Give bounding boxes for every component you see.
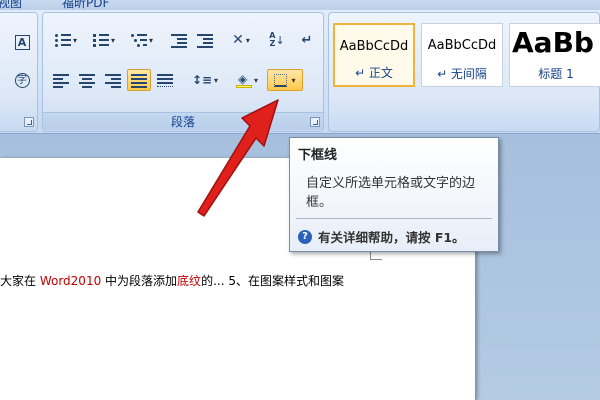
line-spacing-icon: ↕≡ (191, 73, 213, 87)
center-button[interactable] (75, 69, 99, 91)
help-icon: ? (298, 229, 312, 244)
bottom-border-icon (274, 73, 288, 87)
font-dialog-launcher[interactable] (24, 117, 34, 127)
enclose-characters-button[interactable]: 字 (11, 69, 33, 91)
chinese-layout-icon: ✕ (232, 32, 244, 48)
character-border-icon: A (14, 34, 30, 50)
tooltip: 下框线 自定义所选单元格或文字的边框。 ? 有关详细帮助，请按 F1。 (289, 137, 499, 252)
tooltip-help: ? 有关详细帮助，请按 F1。 (298, 227, 465, 246)
numbered-list-icon (92, 33, 109, 47)
show-marks-button[interactable]: ↵ (295, 29, 319, 51)
style-name: 标题 1 (538, 67, 574, 81)
arrow-shape (197, 99, 279, 217)
doc-text: 中为段落添加 (101, 274, 178, 288)
bullets-button[interactable]: ▾ (49, 29, 83, 51)
tooltip-body: 自定义所选单元格或文字的边框。 (306, 176, 476, 210)
numbering-button[interactable]: ▾ (87, 29, 121, 51)
style-normal[interactable]: AaBbCcDd ↵ 正文 (333, 23, 415, 87)
decrease-indent-icon (171, 33, 187, 48)
align-right-icon (105, 73, 121, 88)
enclose-characters-icon: 字 (14, 72, 30, 88)
chevron-down-icon: ▾ (72, 35, 77, 45)
style-name: ↵ 正文 (355, 66, 393, 80)
document-text-line: 大家在 Word2010 中为段落添加底纹的... 5、在图案样式和图案 (0, 272, 344, 289)
font-group: A 字 (0, 12, 38, 132)
chevron-down-icon: ▾ (245, 35, 250, 45)
distributed-icon (157, 73, 173, 87)
tab-strip: 视图 福昕PDF (0, 0, 600, 10)
chevron-down-icon: ▾ (148, 35, 153, 45)
justify-button[interactable] (127, 69, 151, 91)
multilevel-list-icon (130, 33, 147, 47)
align-right-button[interactable] (101, 69, 125, 91)
paragraph-mark-icon: ↵ (301, 32, 313, 48)
align-center-icon (79, 73, 95, 88)
sort-button[interactable]: A Z ↓ (265, 29, 289, 51)
style-sample: AaBbCcDd (339, 39, 409, 54)
style-sample: AaBbCcDd (427, 38, 497, 53)
decrease-indent-button[interactable] (167, 29, 191, 51)
ribbon: A 字 ▾ ▾ ▾ ✕ ▾ A Z ↓ ↵ ↕≡ ▾ ◈ ▾ ▾ 段落 AaBb… (0, 10, 600, 134)
increase-indent-icon (197, 33, 213, 48)
style-name: ↵ 无间隔 (437, 67, 487, 81)
justify-icon (131, 73, 147, 88)
tooltip-help-text: 有关详细帮助，请按 F1。 (318, 230, 465, 245)
chevron-down-icon: ▾ (253, 75, 258, 85)
doc-text: 的... 5、在图案样式和图案 (201, 274, 344, 288)
bullet-list-icon (54, 33, 71, 47)
distributed-button[interactable] (153, 69, 177, 91)
style-sample: AaBb (512, 26, 594, 59)
red-arrow-annotation (197, 99, 279, 217)
style-no-spacing[interactable]: AaBbCcDd ↵ 无间隔 (421, 23, 503, 87)
align-left-button[interactable] (49, 69, 73, 91)
character-border-button[interactable]: A (11, 31, 33, 53)
doc-text: 大家在 (0, 274, 40, 288)
doc-text-highlight: 底纹 (177, 274, 202, 288)
doc-text-highlight: Word2010 (39, 274, 102, 288)
paragraph-dialog-launcher[interactable] (310, 117, 320, 127)
chevron-down-icon: ▾ (110, 35, 115, 45)
chinese-layout-button[interactable]: ✕ ▾ (223, 29, 259, 51)
style-heading-1[interactable]: AaBb 标题 1 (509, 23, 600, 87)
increase-indent-button[interactable] (193, 29, 217, 51)
sort-arrow-icon: ↓ (275, 33, 285, 47)
tooltip-title: 下框线 (298, 148, 338, 163)
chevron-down-icon: ▾ (214, 75, 219, 85)
tooltip-divider (296, 218, 492, 219)
align-left-icon (53, 73, 69, 88)
paint-bucket-icon: ◈ (235, 72, 252, 88)
styles-gallery: AaBbCcDd ↵ 正文 AaBbCcDd ↵ 无间隔 AaBb 标题 1 (328, 12, 600, 132)
chevron-down-icon[interactable]: ▾ (291, 76, 295, 85)
multilevel-list-button[interactable]: ▾ (125, 29, 159, 51)
